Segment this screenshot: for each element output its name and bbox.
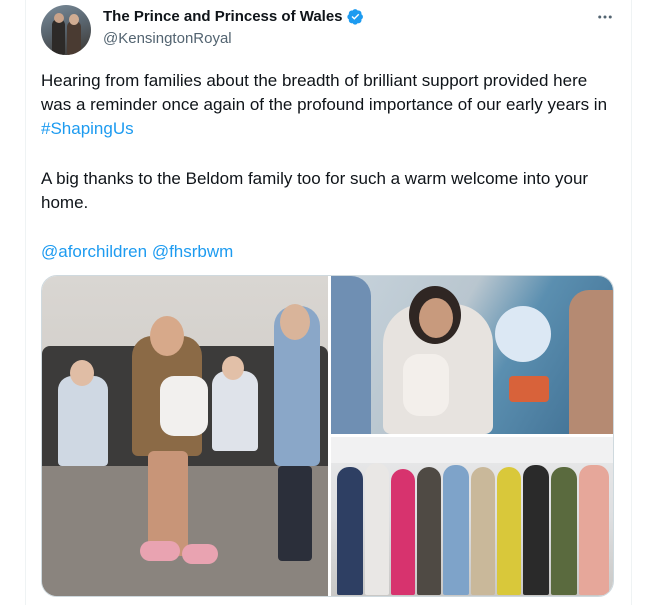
verified-badge-icon	[346, 9, 363, 25]
post-paragraph-2: A big thanks to the Beldom family too fo…	[41, 169, 589, 212]
mention-link-1[interactable]: @aforchildren	[41, 242, 147, 261]
group-person-8	[523, 465, 549, 595]
group-person-1	[337, 467, 363, 595]
media-photo-group[interactable]	[331, 437, 613, 596]
slipper-right	[182, 544, 218, 564]
child-middle-figure	[212, 371, 258, 451]
author-avatar[interactable]	[41, 5, 91, 55]
media-grid	[41, 275, 614, 597]
slipper-left	[140, 541, 180, 561]
avatar-figure-left	[52, 19, 65, 55]
author-handle[interactable]: @KensingtonRoyal	[103, 30, 232, 47]
more-options-icon[interactable]	[594, 6, 616, 28]
group-person-6	[471, 467, 495, 595]
post-mentions: @aforchildren @fhsrbwm	[41, 240, 621, 264]
media-photo-family-sofa[interactable]	[42, 276, 328, 596]
baby-figure	[160, 376, 208, 436]
post-paragraph-1: Hearing from families about the breadth …	[41, 69, 621, 141]
toy-ball	[495, 306, 551, 362]
child-middle-head	[222, 356, 244, 380]
group-person-9	[551, 467, 577, 595]
post-paragraph-1-text: Hearing from families about the breadth …	[41, 71, 608, 114]
child-left-head	[70, 360, 94, 386]
group-person-3	[391, 469, 415, 595]
child-left-figure	[58, 376, 108, 466]
media-photo-baby-visit[interactable]	[331, 276, 613, 434]
group-person-7	[497, 467, 521, 595]
group-person-5	[443, 465, 469, 595]
group-person-2	[365, 463, 389, 595]
baby-figure-visit	[403, 354, 449, 416]
ceiling-band	[331, 437, 613, 463]
woman-right-head	[280, 304, 310, 340]
mention-link-2[interactable]: @fhsrbwm	[152, 242, 234, 261]
foreground-person-right	[569, 290, 613, 434]
avatar-figure-left-head	[54, 13, 64, 23]
author-display-name[interactable]: The Prince and Princess of Wales	[103, 8, 343, 25]
woman-face	[419, 298, 453, 338]
hashtag-link[interactable]: #ShapingUs	[41, 119, 134, 138]
woman-left-head	[150, 316, 184, 356]
group-person-10	[579, 465, 609, 595]
group-person-4	[417, 467, 441, 595]
more-dots-glyph	[598, 15, 612, 19]
author-name-row: The Prince and Princess of Wales	[103, 8, 364, 25]
toy-red	[509, 376, 549, 402]
woman-right-legs	[278, 466, 312, 561]
avatar-figure-right	[67, 21, 81, 55]
avatar-figure-right-head	[69, 14, 79, 25]
foreground-person-left	[331, 276, 371, 434]
